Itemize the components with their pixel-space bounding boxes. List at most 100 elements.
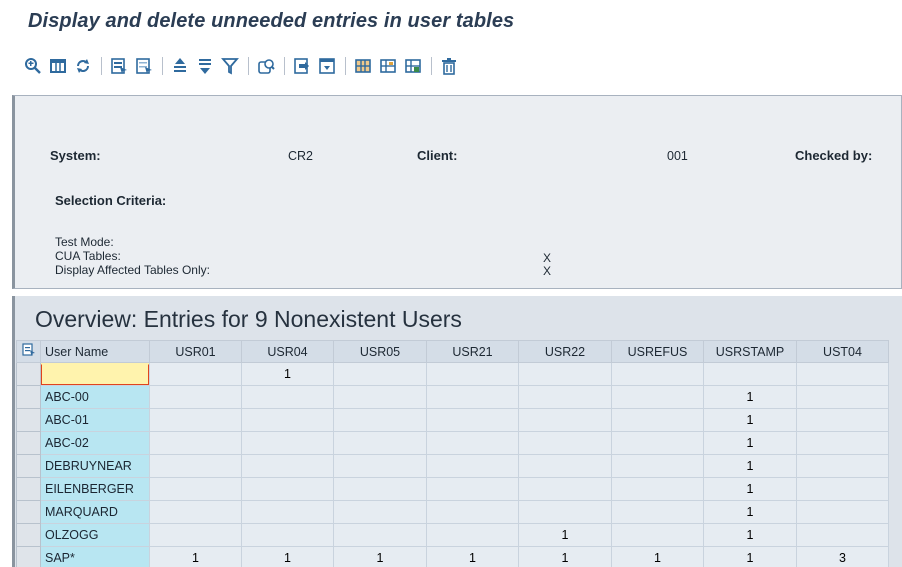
table-row[interactable]: EILENBERGER 1	[16, 477, 889, 501]
table-row[interactable]: ABC-01 1	[16, 408, 889, 432]
table-cell	[241, 500, 334, 524]
toolbar-separator	[248, 57, 249, 75]
table-cell	[426, 431, 519, 455]
selection-criteria-label: Selection Criteria:	[55, 193, 167, 208]
table-cell	[149, 477, 242, 501]
column-header-usr01[interactable]: USR01	[149, 340, 242, 363]
user-name-cell[interactable]: ABC-00	[40, 385, 150, 409]
column-header-usrefus[interactable]: USREFUS	[611, 340, 704, 363]
layout-icon[interactable]	[352, 55, 374, 77]
delete-icon[interactable]	[438, 55, 460, 77]
user-name-cell[interactable]: OLZOGG	[40, 523, 150, 547]
table-cell	[426, 385, 519, 409]
column-header-usr05[interactable]: USR05	[333, 340, 427, 363]
row-selector[interactable]	[16, 385, 41, 409]
cua-tables-value: X	[543, 251, 552, 265]
toolbar-separator	[431, 57, 432, 75]
column-header-user-name[interactable]: User Name	[40, 340, 150, 363]
table-cell	[241, 408, 334, 432]
table-cell: 1	[241, 362, 334, 386]
table-cell: 3	[796, 546, 889, 567]
table-row[interactable]: SAP* 1 1 1 1 1 1 1 3	[16, 546, 889, 567]
table-cell	[333, 385, 427, 409]
table-cell	[426, 477, 519, 501]
save-layout-icon[interactable]	[402, 55, 424, 77]
table-cell	[518, 431, 612, 455]
print-preview-icon[interactable]	[255, 55, 277, 77]
user-name-input[interactable]	[41, 363, 149, 385]
user-name-cell[interactable]: SAP*	[40, 546, 150, 567]
filter-icon[interactable]	[219, 55, 241, 77]
application-toolbar	[0, 42, 902, 90]
table-cell	[796, 431, 889, 455]
table-cell	[796, 454, 889, 478]
table-cell	[518, 408, 612, 432]
table-cell	[149, 454, 242, 478]
sort-ascending-icon[interactable]	[169, 55, 191, 77]
table-cell: 1	[241, 546, 334, 567]
export-icon[interactable]	[291, 55, 313, 77]
table-cell	[333, 431, 427, 455]
toolbar-separator	[284, 57, 285, 75]
row-selector[interactable]	[16, 362, 41, 386]
column-header-usrstamp[interactable]: USRSTAMP	[703, 340, 797, 363]
table-cell: 1	[703, 408, 797, 432]
sort-descending-icon[interactable]	[194, 55, 216, 77]
table-cell	[241, 431, 334, 455]
row-selector[interactable]	[16, 454, 41, 478]
user-name-cell[interactable]: ABC-01	[40, 408, 150, 432]
column-header-ust04[interactable]: UST04	[796, 340, 889, 363]
row-selector[interactable]	[16, 500, 41, 524]
refresh-icon[interactable]	[72, 55, 94, 77]
entries-table: User Name USR01 USR04 USR05 USR21 USR22 …	[16, 340, 889, 567]
deselect-all-icon[interactable]	[133, 55, 155, 77]
table-cell	[149, 385, 242, 409]
table-row[interactable]: ABC-02 1	[16, 431, 889, 455]
table-cell	[796, 362, 889, 386]
table-header-row: User Name USR01 USR04 USR05 USR21 USR22 …	[16, 340, 889, 363]
row-selector[interactable]	[16, 546, 41, 567]
table-row[interactable]: DEBRUYNEAR 1	[16, 454, 889, 478]
table-view-icon[interactable]	[47, 55, 69, 77]
table-cell	[333, 408, 427, 432]
table-row[interactable]: ABC-00 1	[16, 385, 889, 409]
table-cell: 1	[703, 454, 797, 478]
table-cell: 1	[703, 523, 797, 547]
table-row[interactable]: MARQUARD 1	[16, 500, 889, 524]
table-cell	[611, 362, 704, 386]
table-cell	[611, 523, 704, 547]
user-name-cell[interactable]: EILENBERGER	[40, 477, 150, 501]
row-selector[interactable]	[16, 477, 41, 501]
user-name-cell[interactable]	[40, 362, 150, 386]
user-name-cell[interactable]: DEBRUYNEAR	[40, 454, 150, 478]
table-cell	[426, 500, 519, 524]
row-selector[interactable]	[16, 523, 41, 547]
display-affected-label: Display Affected Tables Only:	[55, 263, 210, 277]
view-icon[interactable]	[316, 55, 338, 77]
table-cell	[241, 477, 334, 501]
choose-layout-icon[interactable]	[377, 55, 399, 77]
column-header-usr21[interactable]: USR21	[426, 340, 519, 363]
title-bar: Display and delete unneeded entries in u…	[0, 0, 902, 42]
select-all-rows-button[interactable]	[16, 340, 41, 363]
test-mode-label: Test Mode:	[55, 235, 114, 249]
table-cell	[611, 454, 704, 478]
table-cell	[611, 477, 704, 501]
select-all-icon[interactable]	[108, 55, 130, 77]
table-cell	[611, 431, 704, 455]
row-selector[interactable]	[16, 408, 41, 432]
table-cell	[241, 523, 334, 547]
table-row[interactable]: 1	[16, 362, 889, 386]
user-name-cell[interactable]: ABC-02	[40, 431, 150, 455]
display-affected-value: X	[543, 264, 552, 278]
table-cell	[149, 431, 242, 455]
column-header-usr22[interactable]: USR22	[518, 340, 612, 363]
row-selector[interactable]	[16, 431, 41, 455]
list-header-panel: System: CR2 Client: 001 Checked by: Sele…	[12, 95, 902, 289]
client-label: Client:	[417, 148, 458, 163]
column-header-usr04[interactable]: USR04	[241, 340, 334, 363]
table-cell	[241, 454, 334, 478]
table-row[interactable]: OLZOGG 1 1	[16, 523, 889, 547]
details-icon[interactable]	[22, 55, 44, 77]
user-name-cell[interactable]: MARQUARD	[40, 500, 150, 524]
